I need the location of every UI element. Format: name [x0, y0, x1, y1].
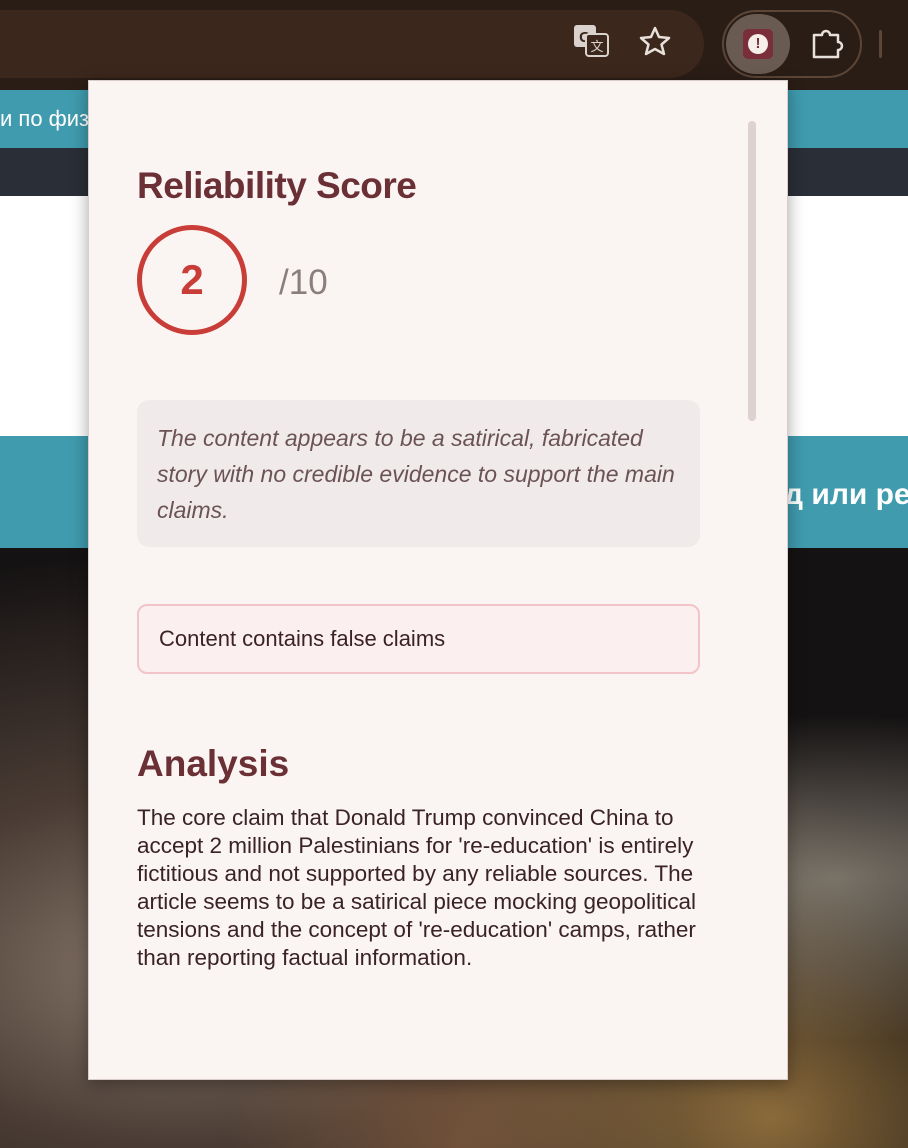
score-value: 2 [180, 256, 204, 303]
extension-popup: Reliability Score 2 /10 The content appe… [88, 80, 788, 1080]
alert-extension-icon: ! [743, 29, 773, 59]
summary-box: The content appears to be a satirical, f… [137, 400, 700, 547]
reliability-extension-button[interactable]: ! [726, 14, 790, 74]
score-max: /10 [279, 263, 328, 302]
analysis-title: Analysis [137, 743, 290, 784]
score-title: Reliability Score [137, 165, 417, 206]
analysis-body: The core claim that Donald Trump convinc… [137, 805, 697, 970]
svg-text:文: 文 [590, 39, 603, 54]
popup-scrollbar[interactable] [748, 121, 756, 421]
false-claims-alert: Content contains false claims [137, 604, 700, 674]
star-icon[interactable] [636, 22, 674, 60]
browser-toolbar: G 文 ! [0, 0, 908, 90]
alert-text: Content contains false claims [159, 626, 446, 651]
summary-text: The content appears to be a satirical, f… [157, 425, 675, 523]
translate-icon[interactable]: G 文 [572, 22, 610, 60]
score-ring: 2 [137, 225, 247, 335]
puzzle-icon[interactable] [806, 24, 850, 64]
toolbar-separator [879, 30, 882, 58]
page-nav-text[interactable]: и по физ [0, 106, 89, 132]
page-headline-text: д или ре [784, 478, 908, 511]
